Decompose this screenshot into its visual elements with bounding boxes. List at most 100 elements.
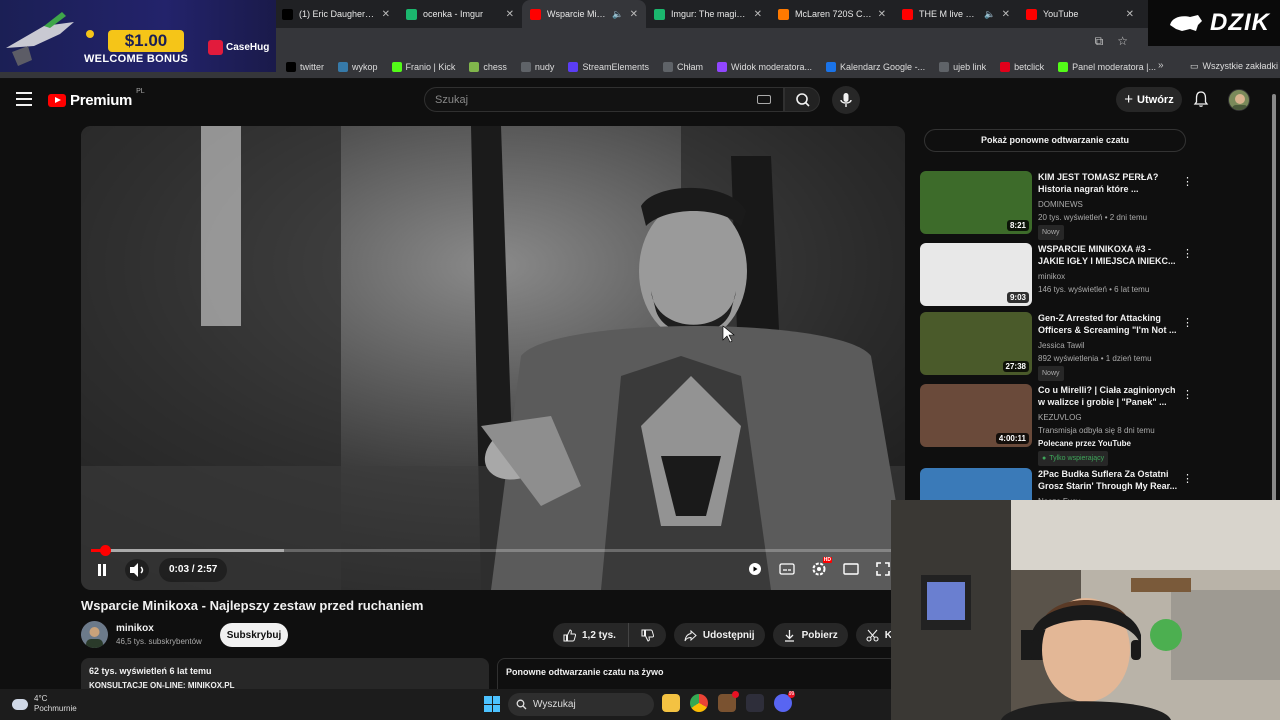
browser-tab[interactable]: ocenka - Imgur ✕	[398, 0, 522, 28]
video-thumbnail[interactable]: 4:00:11	[920, 384, 1032, 447]
bookmark-label: twitter	[300, 61, 325, 72]
bookmark-item[interactable]: Franio | Kick	[391, 61, 456, 72]
video-thumbnail[interactable]: 27:38	[920, 312, 1032, 375]
notifications-bell-icon[interactable]	[1192, 90, 1210, 108]
tab-close-icon[interactable]: ✕	[1002, 9, 1010, 20]
bookmark-item[interactable]: StreamElements	[568, 61, 649, 72]
show-chat-replay-button[interactable]: Pokaż ponowne odtwarzanie czatu	[924, 129, 1186, 152]
bookmark-item[interactable]: Kalendarz Google -...	[826, 61, 925, 72]
bookmark-item[interactable]: Widok moderatora...	[716, 61, 812, 72]
app-shortcut-icon[interactable]	[718, 691, 739, 712]
recommended-channel[interactable]: minikox	[1038, 270, 1178, 283]
tab-audio-icon[interactable]: 🔈	[984, 9, 995, 20]
more-options-icon[interactable]: ⋮	[1182, 472, 1193, 485]
bookmark-item[interactable]: ujeb link	[939, 61, 986, 72]
subtitles-button[interactable]	[777, 559, 797, 579]
folder-icon	[520, 61, 531, 72]
tab-close-icon[interactable]: ✕	[1126, 9, 1134, 20]
more-bookmarks-icon[interactable]: »	[1158, 60, 1164, 71]
menu-icon[interactable]	[16, 92, 32, 106]
channel-avatar[interactable]	[81, 621, 108, 648]
casehug-logo: CaseHug	[208, 40, 269, 55]
tab-audio-icon[interactable]: 🔈	[612, 9, 623, 20]
tab-close-icon[interactable]: ✕	[630, 9, 638, 20]
subscribe-button[interactable]: Subskrybuj	[220, 623, 288, 647]
autoplay-toggle[interactable]	[745, 559, 765, 579]
dislike-button[interactable]	[627, 623, 666, 647]
bookmark-item[interactable]: twitter	[286, 61, 325, 72]
recommended-video[interactable]: 4:00:11 Co u Mirelli? | Ciała zaginionych…	[920, 384, 1193, 466]
progress-scrubber-handle[interactable]	[100, 545, 111, 556]
youtube-premium-logo[interactable]: Premium PL	[48, 88, 145, 109]
weather-widget[interactable]: 4°C Pochmurnie	[12, 694, 77, 714]
bookmark-item[interactable]: Panel moderatora |...	[1058, 61, 1156, 72]
recommended-video-title[interactable]: 2Pac Budka Suflera Za Ostatni Grosz Star…	[1038, 468, 1178, 492]
live-chat-replay-title: Ponowne odtwarzanie czatu na żywo	[506, 667, 664, 677]
recommended-channel[interactable]: KEZUVLOG	[1038, 411, 1178, 424]
browser-tab[interactable]: YouTube ✕	[1018, 0, 1142, 28]
video-player[interactable]: 0:03 / 2:57 HD	[81, 126, 905, 590]
bookmark-star-icon[interactable]: ☆	[1117, 34, 1128, 49]
browser-tab[interactable]: (1) Eric Daugherty w ✕	[274, 0, 398, 28]
recommended-video[interactable]: 8:21 KIM JEST TOMASZ PERŁA? Historia nagr…	[920, 171, 1193, 240]
recommended-video[interactable]: 27:38 Gen-Z Arrested for Attacking Office…	[920, 312, 1193, 381]
discord-icon[interactable]: 99	[774, 691, 795, 712]
more-options-icon[interactable]: ⋮	[1182, 247, 1193, 260]
tab-title: YouTube	[1043, 9, 1079, 19]
recommended-video-title[interactable]: Co u Mirelli? | Ciała zaginionych w wali…	[1038, 384, 1178, 408]
all-bookmarks-folder[interactable]: ▭ Wszystkie zakładki	[1190, 61, 1278, 72]
like-button[interactable]: 1,2 tys.	[553, 623, 628, 647]
channel-name[interactable]: minikox	[116, 623, 154, 634]
bookmark-item[interactable]: nudy	[520, 61, 554, 72]
keyboard-icon[interactable]	[757, 95, 771, 104]
obs-studio-icon[interactable]	[746, 694, 764, 712]
bookmark-item[interactable]: Chłam	[662, 61, 703, 72]
voice-search-button[interactable]	[832, 86, 860, 114]
chrome-icon[interactable]	[690, 694, 708, 712]
video-thumbnail[interactable]: 9:03	[920, 243, 1032, 306]
tab-close-icon[interactable]: ✕	[878, 9, 886, 20]
pause-button[interactable]	[91, 559, 113, 581]
search-input[interactable]	[435, 93, 757, 106]
tab-close-icon[interactable]: ✕	[506, 9, 514, 20]
account-avatar[interactable]	[1228, 89, 1250, 111]
windows-start-button[interactable]	[484, 696, 500, 712]
kick-icon	[391, 61, 402, 72]
settings-button[interactable]: HD	[809, 557, 832, 579]
browser-tab[interactable]: McLaren 720S Coupe ✕	[770, 0, 894, 28]
recommended-channel[interactable]: Jessica Tawil	[1038, 339, 1178, 352]
fullscreen-button[interactable]	[873, 559, 893, 579]
more-options-icon[interactable]: ⋮	[1182, 175, 1193, 188]
tab-close-icon[interactable]: ✕	[382, 9, 390, 20]
bookmark-item[interactable]: wykop	[338, 61, 378, 72]
pause-icon	[98, 564, 106, 576]
twitch-icon	[716, 61, 727, 72]
browser-tab[interactable]: THE M live at FES 🔈 ✕	[894, 0, 1018, 28]
mclaren-icon	[778, 8, 789, 20]
install-app-icon[interactable]: ⧉	[1095, 34, 1104, 49]
recommended-video-title[interactable]: WSPARCIE MINIKOXA #3 - JAKIE IGŁY I MIEJ…	[1038, 243, 1178, 267]
globe-icon	[939, 61, 950, 72]
progress-bar[interactable]	[91, 545, 895, 556]
theater-mode-button[interactable]	[841, 559, 861, 579]
tab-close-icon[interactable]: ✕	[754, 9, 762, 20]
volume-button[interactable]	[125, 559, 149, 581]
search-button[interactable]	[784, 87, 820, 112]
bookmark-item[interactable]: chess	[469, 61, 507, 72]
recommended-video-title[interactable]: KIM JEST TOMASZ PERŁA? Historia nagrań k…	[1038, 171, 1178, 195]
browser-tab[interactable]: Wsparcie Minikox 🔈 ✕	[522, 0, 646, 28]
recommended-video-title[interactable]: Gen-Z Arrested for Attacking Officers & …	[1038, 312, 1178, 336]
more-options-icon[interactable]: ⋮	[1182, 316, 1193, 329]
create-button[interactable]: + Utwórz	[1116, 87, 1182, 112]
download-button[interactable]: Pobierz	[772, 623, 848, 647]
recommended-video[interactable]: 9:03 WSPARCIE MINIKOXA #3 - JAKIE IGŁY I …	[920, 243, 1193, 307]
share-button[interactable]: Udostępnij	[673, 623, 765, 647]
bookmark-label: Franio | Kick	[405, 61, 456, 72]
recommended-channel[interactable]: DOMINEWS	[1038, 198, 1178, 211]
browser-tab[interactable]: Imgur: The magic of ✕	[646, 0, 770, 28]
bookmark-item[interactable]: betclick	[1000, 61, 1044, 72]
more-options-icon[interactable]: ⋮	[1182, 388, 1193, 401]
taskbar-search[interactable]: Wyszukaj	[508, 693, 654, 716]
file-explorer-icon[interactable]	[662, 694, 680, 712]
video-thumbnail[interactable]: 8:21	[920, 171, 1032, 234]
